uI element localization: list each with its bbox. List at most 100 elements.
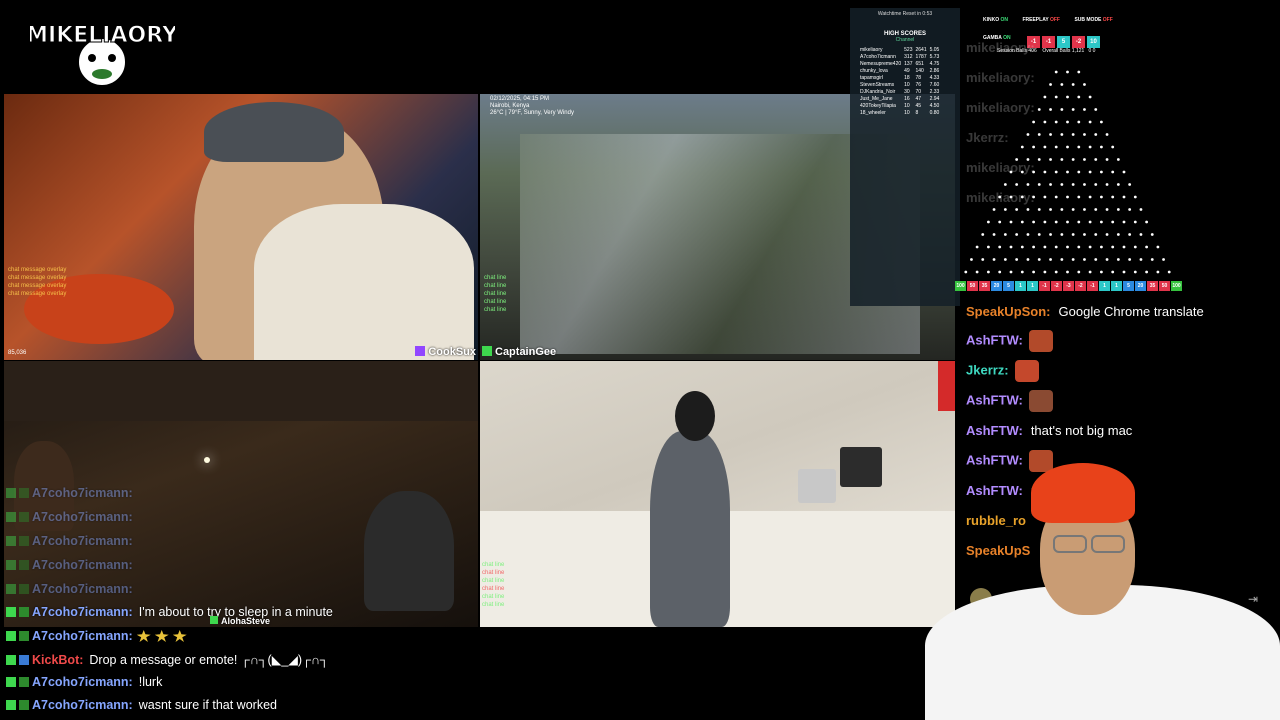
chat-username[interactable]: Jkerrz: — [966, 362, 1009, 377]
recent-drop: 5 — [1057, 36, 1070, 48]
stream-tile-top-left[interactable]: chat message overlay chat message overla… — [4, 94, 478, 360]
plinko-peg — [1054, 70, 1058, 74]
score-value: 523 — [904, 47, 913, 53]
score-value: 76 — [915, 82, 922, 88]
sword-badge-icon — [19, 584, 29, 594]
score-row: mikeliaory 523 2641 5.05 — [860, 47, 942, 54]
score-username: tapamsgirl — [860, 75, 884, 81]
plinko-peg — [1043, 95, 1047, 99]
chat-message: A7coho7icmann: — [6, 534, 133, 548]
plinko-peg — [1043, 120, 1047, 124]
chat-username[interactable]: SpeakUpSon: — [966, 304, 1051, 319]
plinko-peg — [1145, 220, 1148, 224]
plinko-peg — [1083, 208, 1086, 211]
plinko-peg — [1077, 145, 1081, 149]
plinko-peg — [1088, 95, 1092, 99]
plinko-peg — [1060, 183, 1064, 186]
score-value: 16 — [904, 96, 910, 102]
score-value: 651 — [915, 61, 924, 67]
leaf-emoji-icon — [172, 630, 187, 642]
chat-username: mikeliaory: — [966, 70, 1035, 85]
score-username: A7coho7icmann — [860, 54, 896, 60]
plinko-peg — [1071, 208, 1075, 211]
score-value: 18 — [904, 75, 910, 81]
plinko-peg — [1139, 233, 1143, 236]
plinko-peg — [1077, 70, 1081, 74]
plinko-peg — [1156, 245, 1160, 249]
plinko-peg — [1100, 145, 1103, 149]
plinko-peg — [1100, 195, 1103, 199]
kick-badge-icon — [6, 560, 16, 570]
plinko-peg — [1015, 258, 1019, 261]
chat-username[interactable]: A7coho7icmann: — [32, 698, 133, 712]
score-value: 4.33 — [929, 75, 940, 81]
score-value: 10 — [904, 103, 910, 109]
plinko-peg — [1083, 83, 1086, 86]
chat-username[interactable]: A7coho7icmann: — [32, 486, 133, 500]
score-value: 4.50 — [929, 103, 940, 109]
plinko-peg — [1083, 108, 1086, 111]
plinko-peg — [998, 270, 1002, 274]
plinko-peg — [1116, 208, 1120, 211]
plinko-peg — [1020, 145, 1024, 149]
plinko-peg — [1037, 208, 1041, 211]
chat-message: A7coho7icmann: !lurk — [6, 675, 162, 689]
score-username: 18_wheeler — [860, 110, 886, 116]
chat-username[interactable]: A7coho7icmann: — [32, 675, 133, 689]
emote-icon — [1014, 360, 1039, 382]
chat-username[interactable]: A7coho7icmann: — [32, 558, 133, 572]
plinko-peg — [1066, 220, 1069, 224]
score-value: 140 — [915, 68, 924, 74]
chat-username[interactable]: AshFTW: — [966, 392, 1023, 407]
plinko-peg — [1026, 208, 1030, 211]
chat-username[interactable]: A7coho7icmann: — [32, 582, 133, 596]
plinko-peg — [1088, 120, 1092, 124]
plinko-peg — [1054, 195, 1058, 199]
plinko-peg — [1026, 183, 1030, 186]
plinko-peg — [1111, 170, 1115, 174]
plinko-peg — [1071, 158, 1075, 161]
chat-username: mikeliaory: — [966, 160, 1035, 175]
plinko-peg — [1167, 270, 1171, 274]
plinko-peg — [1037, 258, 1041, 261]
score-username: Nemesupreme420 — [860, 61, 902, 67]
chat-message: A7coho7icmann: I'm about to try to sleep … — [6, 605, 333, 619]
plinko-peg — [1122, 245, 1126, 249]
chat-username[interactable]: A7coho7icmann: — [32, 605, 133, 619]
chat-username[interactable]: A7coho7icmann: — [32, 510, 133, 524]
score-row: chunky_lova 49 140 2.86 — [860, 68, 942, 75]
chat-username[interactable]: KickBot: — [32, 653, 83, 667]
plinko-peg — [1037, 108, 1041, 111]
plinko-slot: 100 — [1171, 281, 1182, 291]
chat-message: mikeliaory: — [966, 70, 1035, 85]
plinko-peg — [1083, 258, 1086, 261]
kick-badge-icon — [6, 607, 16, 617]
plinko-peg — [1077, 170, 1081, 174]
chat-username[interactable]: A7coho7icmann: — [32, 534, 133, 548]
chat-username[interactable]: AshFTW: — [966, 332, 1023, 347]
plinko-peg — [981, 233, 985, 236]
plinko-slot: 5 — [1003, 281, 1014, 291]
plinko-peg — [998, 245, 1002, 249]
plinko-peg — [998, 220, 1002, 224]
plinko-peg — [1133, 195, 1137, 199]
plinko-peg — [1105, 183, 1109, 186]
score-value: 2641 — [915, 47, 927, 53]
kick-badge-icon — [6, 512, 16, 522]
plinko-peg — [1088, 220, 1092, 224]
score-username: Just_Me_Jane — [860, 96, 893, 102]
plinko-peg — [992, 208, 996, 211]
stream-tile-bottom-right[interactable]: chat line chat line chat line chat line chat… — [480, 361, 955, 627]
chat-text: Google Chrome translate — [1058, 304, 1204, 319]
plinko-peg — [992, 258, 996, 261]
plinko-peg — [1060, 258, 1064, 261]
plinko-peg — [1100, 170, 1103, 174]
chat-username[interactable]: AshFTW: — [966, 423, 1023, 438]
plinko-peg — [1015, 233, 1019, 236]
plinko-peg — [1083, 133, 1086, 136]
emote-icon — [1028, 390, 1053, 412]
plinko-peg — [1071, 108, 1075, 111]
chat-username[interactable]: A7coho7icmann: — [32, 629, 133, 643]
plinko-peg — [1071, 183, 1075, 186]
plinko-peg — [1009, 245, 1013, 249]
